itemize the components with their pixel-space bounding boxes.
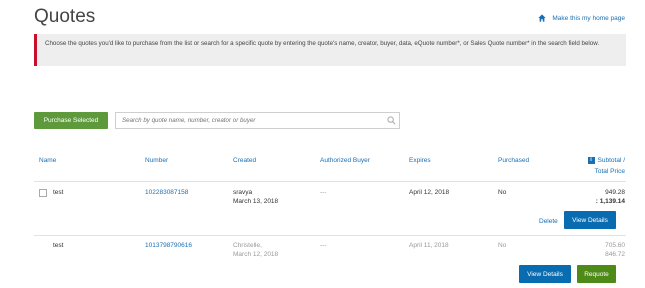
column-header-expires[interactable]: Expires xyxy=(409,157,431,164)
row-1-creator: sravya xyxy=(233,189,253,196)
row-1-subtotal: 949.28 xyxy=(605,189,625,196)
home-icon xyxy=(538,14,546,22)
row-2-number[interactable]: 1013798790616 xyxy=(145,241,192,250)
purchase-selected-button[interactable]: Purchase Selected xyxy=(34,112,108,129)
row-2-price: 705.60 846.72 xyxy=(605,241,625,259)
row-2-creator: Christelle, xyxy=(233,242,262,249)
row-2-total: 846.72 xyxy=(605,251,625,258)
view-details-button[interactable]: View Details xyxy=(564,211,616,229)
info-icon[interactable]: i xyxy=(587,156,595,164)
column-header-created[interactable]: Created xyxy=(233,157,256,164)
row-2-expires: April 11, 2018 xyxy=(409,242,449,249)
row-1-number[interactable]: 102283087158 xyxy=(145,188,188,197)
page-title: Quotes xyxy=(34,6,96,27)
row-1-expires: April 12, 2018 xyxy=(409,189,450,196)
column-header-name[interactable]: Name xyxy=(39,157,56,164)
instructions-notice: Choose the quotes you'd like to purchase… xyxy=(34,34,626,66)
search-input[interactable] xyxy=(115,112,400,129)
row-1-name: test xyxy=(53,189,64,196)
row-2-subtotal: 705.60 xyxy=(605,242,625,249)
row-2-created: Christelle, March 12, 2018 xyxy=(233,241,278,259)
divider xyxy=(34,235,626,236)
view-details-button[interactable]: View Details xyxy=(519,265,571,283)
requote-button[interactable]: Requote xyxy=(577,265,616,283)
column-header-purchased[interactable]: Purchased xyxy=(498,157,529,164)
delete-link[interactable]: Delete xyxy=(539,217,558,226)
row-1-total: : 1,139.14 xyxy=(595,198,625,205)
quotes-panel: Quotes Make this my home page Choose the… xyxy=(22,0,634,288)
column-header-authorized-buyer[interactable]: Authorized Buyer xyxy=(320,157,370,164)
column-header-number[interactable]: Number xyxy=(145,157,168,164)
row-1-purchased: No xyxy=(498,189,507,196)
row-2-purchased: No xyxy=(498,242,507,249)
search-icon[interactable] xyxy=(387,116,396,125)
row-1-price: 949.28 : 1,139.14 xyxy=(596,188,625,206)
row-1-buyer: --- xyxy=(320,189,327,196)
column-header-total[interactable]: i Subtotal / Total Price xyxy=(587,155,625,177)
row-1-created: sravya March 13, 2018 xyxy=(233,188,278,206)
make-home-page-link[interactable]: Make this my home page xyxy=(538,14,625,22)
row-1-created-date: March 13, 2018 xyxy=(233,198,279,205)
row-2-buyer: --- xyxy=(320,242,327,249)
subtotal-header-label: Subtotal / xyxy=(597,157,625,164)
row-checkbox[interactable] xyxy=(39,189,47,197)
row-2-created-date: March 12, 2018 xyxy=(233,251,279,258)
total-price-header-label: Total Price xyxy=(594,168,625,175)
divider xyxy=(34,181,626,182)
home-link-label[interactable]: Make this my home page xyxy=(552,15,625,22)
row-2-name: test xyxy=(53,242,64,249)
